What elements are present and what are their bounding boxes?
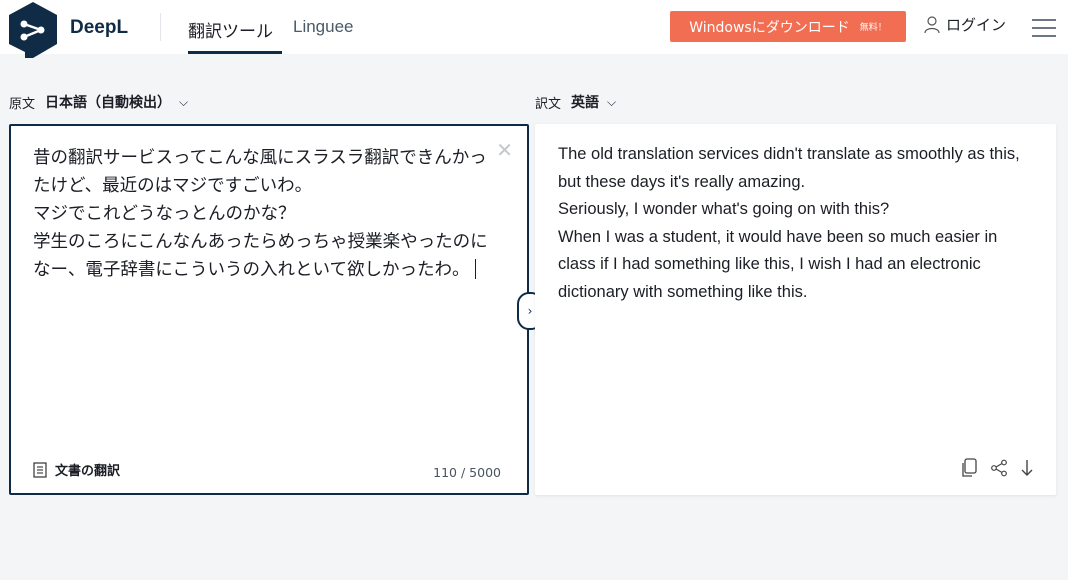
download-arrow-icon[interactable] <box>1020 459 1034 477</box>
deepl-logo[interactable] <box>8 2 58 60</box>
target-language-bar: 訳文 英語 ⌵ <box>535 92 616 112</box>
source-language: 日本語（自動検出） <box>45 95 172 111</box>
text-caret <box>475 259 477 279</box>
translation-output: The old translation services didn't tran… <box>558 145 1020 301</box>
download-button-label: Windowsにダウンロード <box>689 19 850 36</box>
top-header: DeepL 翻訳ツール Linguee Windowsにダウンロード 無料！ ロ… <box>0 0 1068 58</box>
translate-document-label: 文書の翻訳 <box>55 464 121 479</box>
target-text-panel: The old translation services didn't tran… <box>535 124 1056 495</box>
source-text: 昔の翻訳サービスってこんな風にスラスラ翻訳できんかったけど、最近のはマジですごい… <box>33 148 488 280</box>
download-windows-button[interactable]: Windowsにダウンロード 無料！ <box>670 11 906 42</box>
login-button[interactable]: ログイン <box>924 14 1006 35</box>
source-language-selector[interactable]: 日本語（自動検出） ⌵ <box>45 92 188 112</box>
copy-icon[interactable] <box>960 458 978 478</box>
share-icon[interactable] <box>990 459 1008 477</box>
character-count: 110 / 5000 <box>433 465 501 480</box>
target-language: 英語 <box>571 95 600 111</box>
user-icon <box>924 15 940 33</box>
target-label: 訳文 <box>535 96 562 112</box>
login-label: ログイン <box>946 16 1007 34</box>
active-tab-underline <box>188 51 282 54</box>
source-textarea[interactable]: 昔の翻訳サービスってこんな風にスラスラ翻訳できんかったけど、最近のはマジですごい… <box>33 144 503 284</box>
target-language-selector[interactable]: 英語 ⌵ <box>571 92 616 112</box>
close-icon[interactable]: ✕ <box>496 138 513 162</box>
brand-name[interactable]: DeepL <box>70 17 128 39</box>
nav-linguee-tab[interactable]: Linguee <box>293 17 354 37</box>
menu-icon[interactable] <box>1032 19 1056 37</box>
chevron-down-icon: ⌵ <box>607 94 617 109</box>
nav-translator-tab[interactable]: 翻訳ツール <box>188 17 273 42</box>
chevron-right-icon: › <box>527 304 533 318</box>
source-language-bar: 原文 日本語（自動検出） ⌵ <box>9 92 188 112</box>
document-icon <box>33 461 47 478</box>
source-label: 原文 <box>9 96 36 112</box>
output-actions <box>960 458 1034 478</box>
chevron-down-icon: ⌵ <box>179 94 189 109</box>
header-divider <box>160 13 161 41</box>
free-badge: 無料！ <box>859 23 887 33</box>
translate-document-button[interactable]: 文書の翻訳 <box>33 460 120 479</box>
source-text-panel[interactable]: 昔の翻訳サービスってこんな風にスラスラ翻訳できんかったけど、最近のはマジですごい… <box>9 124 529 495</box>
